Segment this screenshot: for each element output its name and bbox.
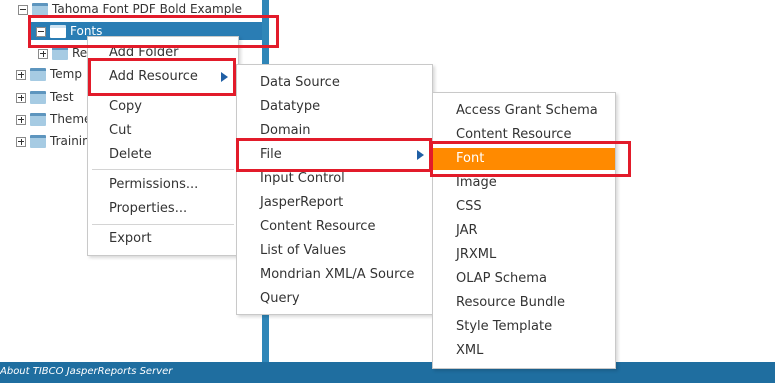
menu-item-font[interactable]: Font xyxy=(433,148,615,170)
file-submenu: Access Grant Schema Content Resource Fon… xyxy=(432,92,616,369)
menu-item-jrxml[interactable]: JRXML xyxy=(433,244,615,266)
expand-icon[interactable] xyxy=(16,92,26,103)
menu-separator xyxy=(92,169,234,170)
folder-icon xyxy=(52,47,68,60)
expand-icon[interactable] xyxy=(16,136,26,147)
menu-item-style-template[interactable]: Style Template xyxy=(433,316,615,338)
folder-icon xyxy=(50,25,66,38)
submenu-arrow-icon xyxy=(417,150,424,160)
tree-item-root[interactable]: Tahoma Font PDF Bold Example xyxy=(18,0,242,18)
menu-item-content-resource[interactable]: Content Resource xyxy=(433,124,615,146)
folder-icon xyxy=(30,113,46,126)
menu-separator xyxy=(92,224,234,225)
menu-item-add-resource[interactable]: Add Resource xyxy=(88,66,238,88)
menu-item-content-resource[interactable]: Content Resource xyxy=(237,216,432,238)
menu-item-access-grant-schema[interactable]: Access Grant Schema xyxy=(433,100,615,122)
collapse-icon[interactable] xyxy=(36,26,46,37)
tree-item-label: Test xyxy=(50,90,74,104)
tree-item-test[interactable]: Test xyxy=(16,88,74,106)
menu-item-datatype[interactable]: Datatype xyxy=(237,96,432,118)
menu-item-css[interactable]: CSS xyxy=(433,196,615,218)
tree-item-temp[interactable]: Temp xyxy=(16,65,82,83)
menu-item-copy[interactable]: Copy xyxy=(88,96,238,118)
menu-item-export[interactable]: Export xyxy=(88,228,238,250)
menu-item-olap-schema[interactable]: OLAP Schema xyxy=(433,268,615,290)
add-resource-submenu: Data Source Datatype Domain File Input C… xyxy=(236,64,433,315)
menu-item-domain[interactable]: Domain xyxy=(237,120,432,142)
tree-item-themes[interactable]: Themes xyxy=(16,110,98,128)
menu-item-resource-bundle[interactable]: Resource Bundle xyxy=(433,292,615,314)
collapse-icon[interactable] xyxy=(18,4,28,15)
footer-bar: About TIBCO JasperReports Server xyxy=(0,362,775,383)
menu-item-jasperreport[interactable]: JasperReport xyxy=(237,192,432,214)
folder-icon xyxy=(30,135,46,148)
folder-icon xyxy=(30,68,46,81)
menu-item-add-folder[interactable]: Add Folder xyxy=(88,42,238,64)
expand-icon[interactable] xyxy=(38,48,48,59)
expand-icon[interactable] xyxy=(16,69,26,80)
menu-item-input-control[interactable]: Input Control xyxy=(237,168,432,190)
tree-item-label: Tahoma Font PDF Bold Example xyxy=(52,2,243,16)
folder-icon xyxy=(32,3,48,16)
context-menu: Add Folder Add Resource Copy Cut Delete … xyxy=(87,36,239,256)
expand-icon[interactable] xyxy=(16,114,26,125)
menu-item-image[interactable]: Image xyxy=(433,172,615,194)
tree-item-label: Temp xyxy=(50,67,82,81)
menu-item-jar[interactable]: JAR xyxy=(433,220,615,242)
menu-item-xml[interactable]: XML xyxy=(433,340,615,362)
menu-item-file[interactable]: File xyxy=(237,144,432,166)
folder-icon xyxy=(30,91,46,104)
menu-item-cut[interactable]: Cut xyxy=(88,120,238,142)
menu-item-data-source[interactable]: Data Source xyxy=(237,72,432,94)
tree-item-training[interactable]: Training xyxy=(16,132,97,150)
menu-item-properties[interactable]: Properties... xyxy=(88,198,238,220)
submenu-arrow-icon xyxy=(221,72,228,82)
menu-item-query[interactable]: Query xyxy=(237,288,432,310)
menu-item-mondrian-xmla-source[interactable]: Mondrian XML/A Source xyxy=(237,264,432,286)
menu-item-delete[interactable]: Delete xyxy=(88,144,238,166)
menu-item-permissions[interactable]: Permissions... xyxy=(88,174,238,196)
about-link[interactable]: About TIBCO JasperReports Server xyxy=(0,366,172,377)
menu-item-list-of-values[interactable]: List of Values xyxy=(237,240,432,262)
